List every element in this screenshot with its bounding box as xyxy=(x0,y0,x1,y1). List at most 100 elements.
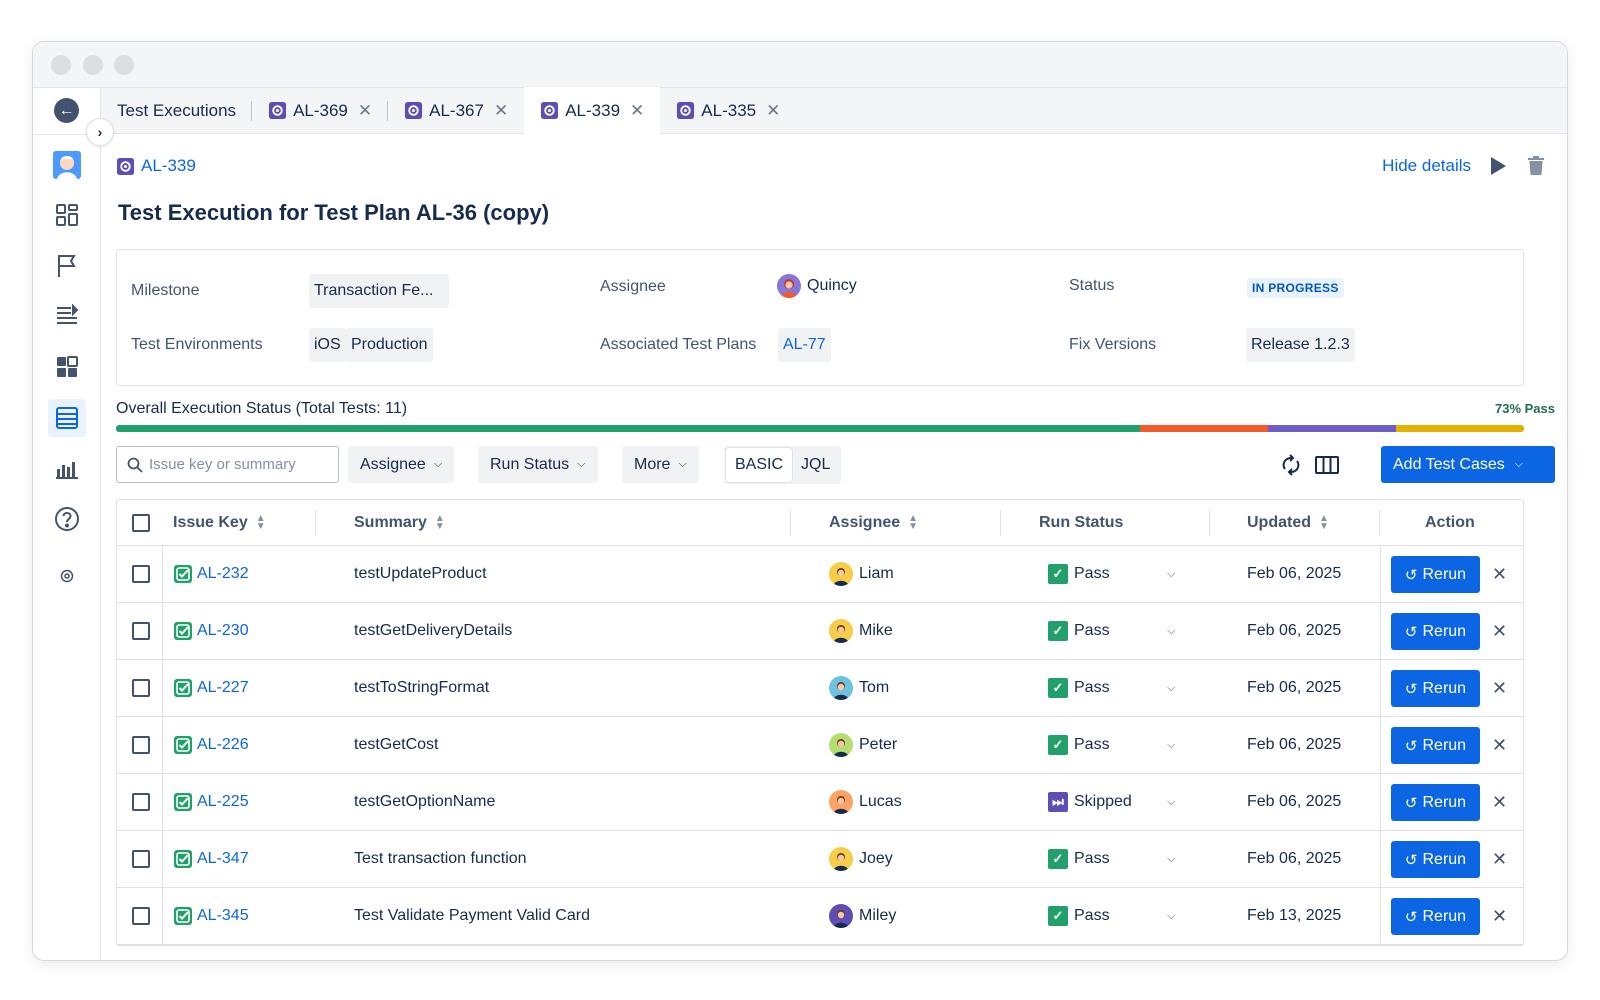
reports-icon[interactable] xyxy=(52,453,82,483)
rerun-button[interactable]: ↺ Rerun xyxy=(1391,670,1480,707)
run-status-cell[interactable]: ✓ Pass xyxy=(1048,831,1110,887)
play-icon[interactable] xyxy=(1489,156,1507,181)
chevron-down-icon[interactable]: ⌵ xyxy=(1167,831,1175,887)
select-all-checkbox-cell[interactable] xyxy=(132,500,150,546)
run-status-cell[interactable]: ✓ Pass xyxy=(1048,660,1110,716)
environment-chip-production[interactable]: Production xyxy=(346,328,433,362)
issue-key-link[interactable]: AL-232 xyxy=(197,565,249,583)
remove-row-icon[interactable]: ✕ xyxy=(1492,849,1507,870)
rerun-button[interactable]: ↺ Rerun xyxy=(1391,556,1480,593)
breadcrumb-key[interactable]: AL-339 xyxy=(141,156,196,176)
column-issue-key[interactable]: Issue Key ▲ ▼ xyxy=(173,500,266,546)
window-maximize-dot[interactable] xyxy=(114,55,134,75)
chevron-down-icon[interactable]: ⌵ xyxy=(1167,717,1175,773)
expand-sidebar-chevron-icon[interactable]: › xyxy=(86,118,114,146)
column-assignee[interactable]: Assignee ▲ ▼ xyxy=(829,500,918,546)
issue-key-cell[interactable]: AL-227 xyxy=(173,660,249,716)
row-checkbox[interactable] xyxy=(132,736,150,754)
table-row[interactable]: AL-225 testGetOptionName Lucas ⏭ Skipped ⌵ Feb… xyxy=(117,774,1523,831)
issue-key-cell[interactable]: AL-225 xyxy=(173,774,249,830)
run-status-cell[interactable]: ⏭ Skipped xyxy=(1048,774,1132,830)
row-checkbox[interactable] xyxy=(132,565,150,583)
issue-key-cell[interactable]: AL-230 xyxy=(173,603,249,659)
row-checkbox-cell[interactable] xyxy=(132,888,150,944)
status-badge[interactable]: IN PROGRESS xyxy=(1247,278,1344,298)
fix-version-chip[interactable]: Release 1.2.3 xyxy=(1246,328,1355,362)
rerun-button[interactable]: ↺ Rerun xyxy=(1391,727,1480,764)
search-box[interactable] xyxy=(116,446,339,483)
table-row[interactable]: AL-227 testToStringFormat Tom ✓ Pass ⌵ Feb 06,… xyxy=(117,660,1523,717)
row-checkbox-cell[interactable] xyxy=(132,831,150,887)
window-close-dot[interactable] xyxy=(51,55,71,75)
tab-al-367[interactable]: AL-367 ✕ xyxy=(388,88,524,134)
assignee-cell[interactable]: Joey xyxy=(829,831,893,887)
remove-row-icon[interactable]: ✕ xyxy=(1492,792,1507,813)
add-test-cases-button[interactable]: Add Test Cases ⌵ xyxy=(1381,446,1555,483)
column-summary[interactable]: Summary ▲ ▼ xyxy=(354,500,445,546)
assignee-cell[interactable]: Mike xyxy=(829,603,893,659)
basic-mode-button[interactable]: BASIC xyxy=(726,448,793,482)
assignee-cell[interactable]: Peter xyxy=(829,717,897,773)
assignee-cell[interactable]: Miley xyxy=(829,888,896,944)
tab-al-369[interactable]: AL-369 ✕ xyxy=(252,88,389,134)
remove-row-icon[interactable]: ✕ xyxy=(1492,564,1507,585)
table-row[interactable]: AL-347 Test transaction function Joey ✓ Pass… xyxy=(117,831,1523,888)
list-icon[interactable] xyxy=(52,301,82,331)
remove-row-icon[interactable]: ✕ xyxy=(1492,735,1507,756)
issue-key-link[interactable]: AL-347 xyxy=(197,850,249,868)
assignee-cell[interactable]: Tom xyxy=(829,660,889,716)
rerun-button[interactable]: ↺ Rerun xyxy=(1391,841,1480,878)
dashboard-icon[interactable] xyxy=(52,352,82,382)
rerun-button[interactable]: ↺ Rerun xyxy=(1391,898,1480,935)
refresh-icon[interactable] xyxy=(1278,452,1304,478)
more-filter-button[interactable]: More ⌵ xyxy=(622,446,699,483)
assignee-filter-button[interactable]: Assignee ⌵ xyxy=(348,446,455,483)
flag-icon[interactable] xyxy=(52,251,82,281)
row-checkbox-cell[interactable] xyxy=(132,546,150,602)
hide-details-link[interactable]: Hide details xyxy=(1382,156,1471,176)
row-checkbox-cell[interactable] xyxy=(132,660,150,716)
issue-key-cell[interactable]: AL-347 xyxy=(173,831,249,887)
assignee-cell[interactable]: Liam xyxy=(829,546,894,602)
overview-icon[interactable] xyxy=(52,200,82,230)
select-all-checkbox[interactable] xyxy=(132,514,150,532)
settings-icon[interactable] xyxy=(52,561,82,591)
chevron-down-icon[interactable]: ⌵ xyxy=(1167,546,1175,602)
issue-key-link[interactable]: AL-226 xyxy=(197,736,249,754)
column-updated[interactable]: Updated ▲ ▼ xyxy=(1247,500,1329,546)
table-row[interactable]: AL-345 Test Validate Payment Valid Card Mi… xyxy=(117,888,1523,945)
remove-row-icon[interactable]: ✕ xyxy=(1492,621,1507,642)
tab-al-339[interactable]: AL-339 ✕ xyxy=(524,87,661,134)
row-checkbox-cell[interactable] xyxy=(132,603,150,659)
chevron-down-icon[interactable]: ⌵ xyxy=(1167,888,1175,944)
issue-key-link[interactable]: AL-230 xyxy=(197,622,249,640)
row-checkbox[interactable] xyxy=(132,907,150,925)
test-plan-link[interactable]: AL-77 xyxy=(778,328,831,362)
assignee-value[interactable]: Quincy xyxy=(777,274,857,298)
table-row[interactable]: AL-226 testGetCost Peter ✓ Pass ⌵ Feb 06, 2025… xyxy=(117,717,1523,774)
run-status-cell[interactable]: ✓ Pass xyxy=(1048,546,1110,602)
tab-al-335[interactable]: AL-335 ✕ xyxy=(660,88,796,134)
issue-key-cell[interactable]: AL-232 xyxy=(173,546,249,602)
close-icon[interactable]: ✕ xyxy=(630,101,644,121)
close-icon[interactable]: ✕ xyxy=(494,101,508,121)
trash-icon[interactable] xyxy=(1527,156,1545,181)
chevron-down-icon[interactable]: ⌵ xyxy=(1167,774,1175,830)
run-status-cell[interactable]: ✓ Pass xyxy=(1048,717,1110,773)
issue-key-cell[interactable]: AL-345 xyxy=(173,888,249,944)
help-icon[interactable] xyxy=(52,504,82,534)
row-checkbox[interactable] xyxy=(132,793,150,811)
close-icon[interactable]: ✕ xyxy=(358,101,372,121)
issue-key-link[interactable]: AL-345 xyxy=(197,907,249,925)
table-row[interactable]: AL-232 testUpdateProduct Liam ✓ Pass ⌵ Feb 06,… xyxy=(117,546,1523,603)
search-input[interactable] xyxy=(149,456,329,473)
row-checkbox-cell[interactable] xyxy=(132,774,150,830)
issue-key-cell[interactable]: AL-226 xyxy=(173,717,249,773)
columns-icon[interactable] xyxy=(1314,452,1340,478)
row-checkbox[interactable] xyxy=(132,622,150,640)
rerun-button[interactable]: ↺ Rerun xyxy=(1391,613,1480,650)
chevron-down-icon[interactable]: ⌵ xyxy=(1167,660,1175,716)
close-icon[interactable]: ✕ xyxy=(766,101,780,121)
remove-row-icon[interactable]: ✕ xyxy=(1492,678,1507,699)
run-status-cell[interactable]: ✓ Pass xyxy=(1048,888,1110,944)
